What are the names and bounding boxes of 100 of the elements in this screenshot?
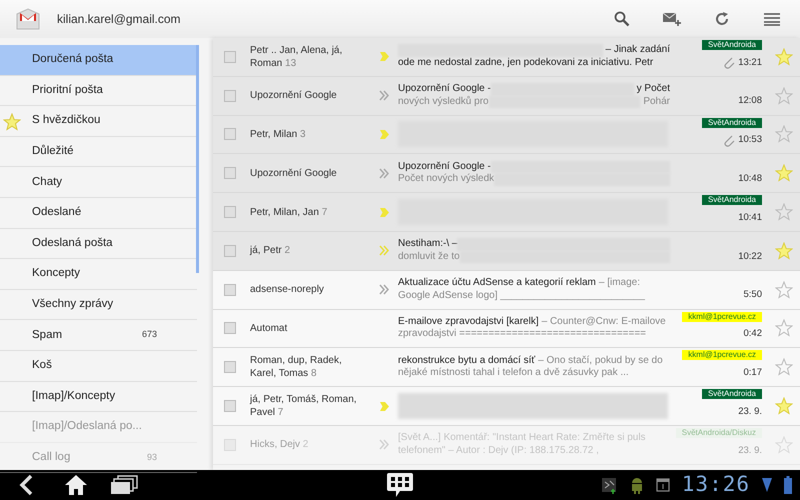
folder-label: Spam (32, 328, 62, 343)
message-text: ode me nedostal zadne, jen podekovani za iniciativu. Petr (398, 56, 654, 70)
message-time: 5:50 (744, 288, 762, 302)
message-text: Pohár (643, 96, 670, 108)
message-row[interactable]: Petr .. Jan, Alena, já, Roman 13 – Jinak zadání ode me nedostal zadne, jen podekovani za iniciativu. Petr SvětAndroida 13:21 (213, 38, 800, 77)
message-time: 13:21 (738, 56, 762, 70)
label-tag: SvětAndroida/Diskuz (676, 428, 762, 438)
sender-text: Petr, Milan, Jan 7 (250, 206, 328, 219)
folder-label: Koncepty (32, 266, 80, 282)
star-icon (775, 86, 793, 105)
message-row[interactable]: já, Petr 2 Nestiham:-\ – domluvit že to 10:22 (213, 232, 800, 271)
star-button[interactable] (775, 436, 793, 454)
folder-label: Koš (32, 358, 52, 374)
message-time: 12:08 (738, 94, 762, 108)
envelope-plus-icon (663, 12, 681, 26)
sender-text: Upozornění Google (250, 166, 338, 180)
checkbox[interactable] (224, 361, 236, 374)
star-button[interactable] (775, 203, 793, 222)
message-text: rekonstrukce bytu a domácí síť (398, 354, 536, 368)
folder-item[interactable]: Doručená pošta (0, 45, 197, 76)
folder-label: Důležité (32, 144, 74, 159)
star-icon (775, 203, 793, 222)
folder-item[interactable]: [Imap]/Koncepty (0, 382, 197, 412)
star-icon (775, 319, 793, 338)
message-text: Počet nových výsledk (398, 173, 494, 186)
folder-label: S hvězdičkou (32, 113, 100, 128)
clock: 13:26 (682, 471, 750, 498)
checkbox[interactable] (224, 400, 236, 412)
checkbox[interactable] (224, 284, 236, 296)
star-icon (775, 280, 793, 299)
menu-icon (764, 12, 780, 26)
home-icon (64, 474, 88, 496)
label-tag: kkml@1pcrevue.cz (682, 312, 762, 322)
folder-label: Všechny zprávy (32, 296, 114, 312)
folder-label: Doručená pošta (32, 52, 114, 68)
folder-item[interactable]: Koš (0, 350, 197, 382)
message-row[interactable]: já, Petr, Tomáš, Roman, Pavel 7 SvětAndroida 23. 9. (213, 387, 800, 426)
folder-item[interactable]: Spam 673 (0, 320, 197, 351)
message-text: nějaké místnosti tahal i telefon a dvě zásuvky pak ... (398, 367, 629, 380)
message-text: – Ono stačí, pokud by se do (538, 354, 663, 368)
message-row[interactable]: Automat E-mailove zpravodajstvi [karelk] – Counter@Cnw: E-mailove zpravodajstvi ================================ kkml@1pcrevue.cz 0:42 (213, 310, 800, 348)
star-button[interactable] (775, 164, 793, 182)
star-button[interactable] (775, 125, 793, 144)
star-icon (775, 125, 793, 144)
message-row[interactable]: Upozornění Google Upozornění Google - Počet nových výsledk 10:48 (213, 154, 800, 194)
sender-text: já, Petr 2 (250, 244, 292, 258)
sender-text: adsense-noreply (250, 283, 325, 296)
message-text: domluvit že to (398, 250, 460, 264)
search-icon (614, 11, 630, 27)
refresh-icon (714, 11, 730, 27)
star-icon (775, 436, 793, 454)
folder-item[interactable]: Všechny zprávy (0, 290, 197, 320)
sender-text: Petr .. Jan, Alena, já, Roman 13 (250, 44, 344, 70)
message-time: 0:17 (744, 366, 762, 380)
message-text: nových výsledků pro (398, 96, 489, 108)
message-time: 10:22 (738, 250, 762, 264)
star-icon (775, 397, 793, 416)
message-time: 10:53 (738, 133, 762, 148)
message-text: – Jinak zadání (606, 44, 670, 57)
message-time: 10:48 (738, 172, 762, 186)
message-row[interactable]: Upozornění Google Upozornění Google - y Počet nových výsledků pro Pohár 12:08 (213, 76, 800, 116)
sender-text: já, Petr, Tomáš, Roman, Pavel 7 (250, 393, 358, 420)
label-tag: SvětAndroida (702, 118, 762, 128)
message-text: E-mailove zpravodajstvi [karelk] (398, 316, 539, 328)
star-button[interactable] (775, 280, 793, 299)
sender-text: Roman, dup, Radek, Karel, Tomas 8 (250, 354, 343, 380)
sender-text: Automat (250, 322, 288, 335)
star-button[interactable] (775, 48, 793, 66)
folder-label: [Imap]/Odeslaná po... (32, 419, 142, 434)
message-text: Nestiham:-\ – (398, 238, 458, 251)
star-icon (3, 113, 21, 132)
message-row[interactable]: Roman, dup, Radek, Karel, Tomas 8 rekonstrukce bytu a domácí síť – Ono stačí, pokud by se do nějaké místnosti tahal i telefon a dvě zásuvky pak ... kkml@1pcrevue.cz 0:17 (213, 348, 800, 388)
checkbox[interactable] (224, 90, 236, 102)
folder-count: 93 (146, 450, 157, 464)
checkbox[interactable] (224, 322, 236, 334)
star-button[interactable] (775, 397, 793, 416)
message-text: – Counter@Cnw: E-mailove (542, 316, 666, 328)
star-button[interactable] (775, 242, 793, 260)
star-button[interactable] (775, 319, 793, 338)
checkbox[interactable] (224, 128, 236, 140)
apps-button[interactable] (386, 471, 414, 499)
checkbox[interactable] (224, 438, 236, 451)
star-icon (775, 164, 793, 182)
star-button[interactable] (775, 86, 793, 105)
label-tag: SvětAndroida (702, 40, 762, 50)
message-row[interactable]: Petr, Milan 3 SvětAndroida 10:53 (213, 116, 800, 154)
message-row[interactable]: adsense-noreply Aktualizace účtu AdSense a kategorií reklam – [image: Google AdSense logo] __________________________ 5:50 (213, 270, 800, 310)
checkbox[interactable] (224, 206, 236, 218)
message-text: Google AdSense logo] __________________________ (398, 290, 645, 302)
folder-count: 673 (142, 328, 157, 342)
checkbox[interactable] (224, 50, 236, 63)
folder-label: Prioritní pošta (32, 82, 103, 98)
message-row[interactable]: Petr, Milan, Jan 7 SvětAndroida 10:41 (213, 193, 800, 232)
gmail-logo-icon (15, 6, 41, 32)
checkbox[interactable] (224, 244, 236, 257)
star-button[interactable] (775, 358, 793, 376)
checkbox[interactable] (224, 167, 236, 180)
message-time: 10:41 (738, 210, 762, 225)
message-time: 23. 9. (738, 404, 762, 419)
folder-label: Call log (32, 450, 70, 465)
